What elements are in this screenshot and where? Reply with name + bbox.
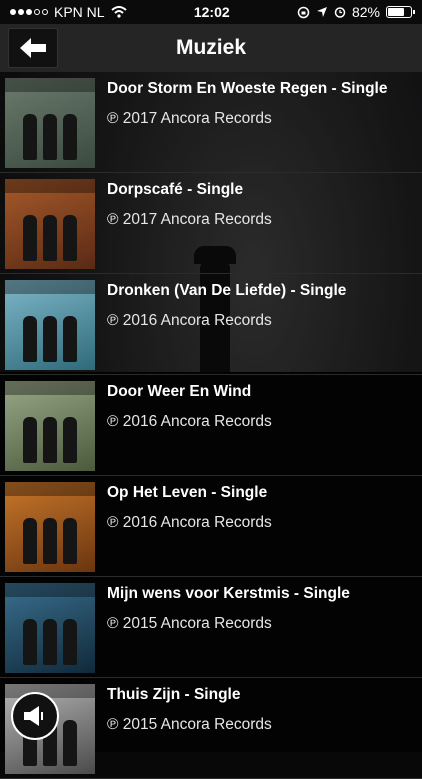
album-cover (5, 482, 95, 572)
battery-icon (385, 6, 415, 18)
list-item[interactable]: Op Het Leven - Single ℗ 2016 Ancora Recor… (0, 476, 422, 577)
signal-icon (10, 9, 48, 15)
album-title: Door Storm En Woeste Regen - Single (107, 80, 388, 97)
album-list: Door Storm En Woeste Regen - Single ℗ 201… (0, 72, 422, 779)
album-label: ℗ 2017 Ancora Records (107, 211, 272, 228)
album-label: ℗ 2016 Ancora Records (107, 413, 272, 430)
album-title: Mijn wens voor Kerstmis - Single (107, 585, 350, 602)
now-playing-button[interactable] (11, 692, 59, 740)
album-cover (5, 280, 95, 370)
album-title: Op Het Leven - Single (107, 484, 268, 501)
album-cover (5, 78, 95, 168)
battery-percentage: 82% (351, 4, 380, 20)
album-title: Dronken (Van De Liefde) - Single (107, 282, 347, 299)
arrow-left-icon (20, 38, 46, 58)
list-item[interactable]: Door Weer En Wind ℗ 2016 Ancora Records (0, 375, 422, 476)
back-button[interactable] (8, 28, 58, 68)
carrier-label: KPN NL (54, 4, 105, 20)
album-label: ℗ 2016 Ancora Records (107, 514, 272, 531)
list-item[interactable]: Door Storm En Woeste Regen - Single ℗ 201… (0, 72, 422, 173)
album-title: Thuis Zijn - Single (107, 686, 241, 703)
album-cover (5, 381, 95, 471)
alarm-icon (334, 7, 346, 18)
location-icon (316, 7, 327, 17)
list-item[interactable]: Thuis Zijn - Single ℗ 2015 Ancora Records (0, 678, 422, 779)
speaker-icon (24, 706, 43, 726)
list-item[interactable]: Mijn wens voor Kerstmis - Single ℗ 2015 A… (0, 577, 422, 678)
album-cover (5, 179, 95, 269)
album-label: ℗ 2015 Ancora Records (107, 716, 272, 733)
navigation-bar: Muziek (0, 24, 422, 72)
list-item[interactable]: Dorpscafé - Single ℗ 2017 Ancora Records (0, 173, 422, 274)
album-label: ℗ 2016 Ancora Records (107, 312, 272, 329)
status-bar: KPN NL 12:02 82% (0, 0, 422, 24)
page-title: Muziek (175, 36, 246, 59)
album-title: Door Weer En Wind (107, 383, 252, 400)
clock: 12:02 (193, 4, 230, 20)
list-item[interactable]: Dronken (Van De Liefde) - Single ℗ 2016 A… (0, 274, 422, 375)
album-label: ℗ 2017 Ancora Records (107, 110, 272, 127)
wifi-icon (110, 6, 127, 18)
album-title: Dorpscafé - Single (107, 181, 244, 198)
album-label: ℗ 2015 Ancora Records (107, 615, 272, 632)
album-cover (5, 583, 95, 673)
rotation-lock-icon (297, 6, 310, 18)
